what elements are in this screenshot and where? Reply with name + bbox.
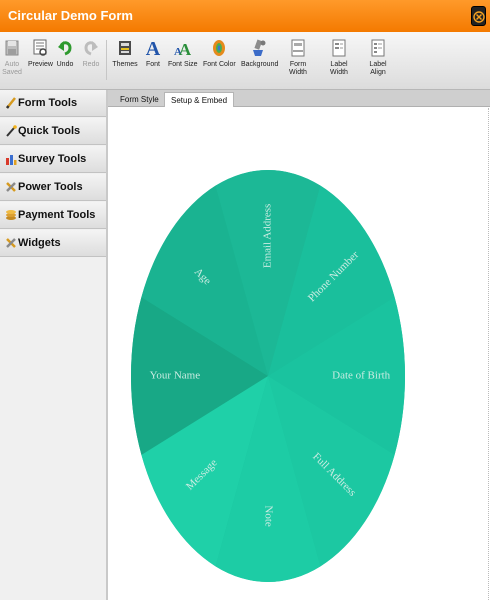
- tab-setup-embed[interactable]: Setup & Embed: [164, 92, 235, 107]
- sidebar-item-quick-tools[interactable]: Quick Tools: [0, 118, 106, 145]
- font-size-icon: A A: [174, 40, 191, 58]
- label-width-button[interactable]: Label Width: [327, 38, 351, 77]
- save-icon: [5, 40, 19, 56]
- coins-icon: [6, 210, 16, 220]
- themes-icon: [119, 41, 131, 55]
- label-width-icon: [332, 39, 346, 57]
- form-field-label: Date of Birth: [332, 370, 391, 382]
- form-field-label: Email Address: [262, 204, 274, 268]
- circular-form: Email AddressPhone NumberDate of BirthFu…: [131, 170, 405, 582]
- sidebar-item-power-tools[interactable]: Power Tools: [0, 174, 106, 201]
- sidebar-item-survey-tools[interactable]: Survey Tools: [0, 146, 106, 173]
- close-button[interactable]: [471, 6, 486, 26]
- font-color-icon: [213, 40, 225, 56]
- tab-bar: Form Style Setup & Embed: [108, 90, 490, 107]
- auto-saved-button[interactable]: Auto Saved: [2, 38, 22, 77]
- font-icon: A: [146, 38, 161, 58]
- wand-icon: [6, 125, 17, 137]
- pencil-icon: [6, 97, 16, 109]
- label-align-button[interactable]: Label Align: [366, 38, 390, 77]
- themes-button[interactable]: Themes: [112, 38, 138, 69]
- window-title: Circular Demo Form: [8, 8, 133, 23]
- form-canvas: Email Address Phone Number Date of Birth Fu…: [110, 108, 490, 600]
- tools-icon: [6, 238, 16, 248]
- undo-button[interactable]: Undo: [56, 38, 74, 69]
- canvas-border: [488, 108, 489, 600]
- form-field-label: Note: [262, 505, 274, 526]
- sidebar-item-payment-tools[interactable]: Payment Tools: [0, 202, 106, 229]
- font-button[interactable]: A Font: [144, 38, 162, 69]
- sidebar-item-widgets[interactable]: Widgets: [0, 230, 106, 257]
- wrench-icon: [6, 182, 16, 192]
- redo-button[interactable]: Redo: [82, 38, 100, 69]
- toolbar-separator: [106, 40, 107, 80]
- svg-text:A: A: [146, 38, 161, 58]
- sidebar-item-form-tools[interactable]: Form Tools: [0, 90, 106, 117]
- form-field-label: Your Name: [150, 370, 201, 382]
- bar-chart-icon: [6, 155, 17, 165]
- undo-icon: [58, 41, 72, 56]
- preview-icon: [33, 39, 47, 56]
- background-button[interactable]: Background: [241, 38, 278, 69]
- close-icon: [473, 11, 485, 23]
- form-width-icon: [291, 39, 305, 57]
- form-width-button[interactable]: Form Width: [286, 38, 310, 77]
- font-color-button[interactable]: Font Color: [203, 38, 236, 69]
- font-size-button[interactable]: A A Font Size: [168, 38, 198, 69]
- tab-form-style[interactable]: Form Style: [114, 92, 165, 107]
- background-icon: [253, 39, 266, 56]
- sidebar: Form Tools Quick Tools Survey Tools Powe…: [0, 90, 108, 600]
- label-align-icon: [371, 39, 385, 57]
- redo-icon: [84, 41, 98, 56]
- preview-button[interactable]: Preview: [28, 38, 53, 69]
- title-bar: Circular Demo Form: [0, 0, 490, 32]
- svg-text:A: A: [179, 40, 191, 58]
- toolbar: Auto Saved Preview Undo Redo Themes A Fo…: [0, 32, 490, 90]
